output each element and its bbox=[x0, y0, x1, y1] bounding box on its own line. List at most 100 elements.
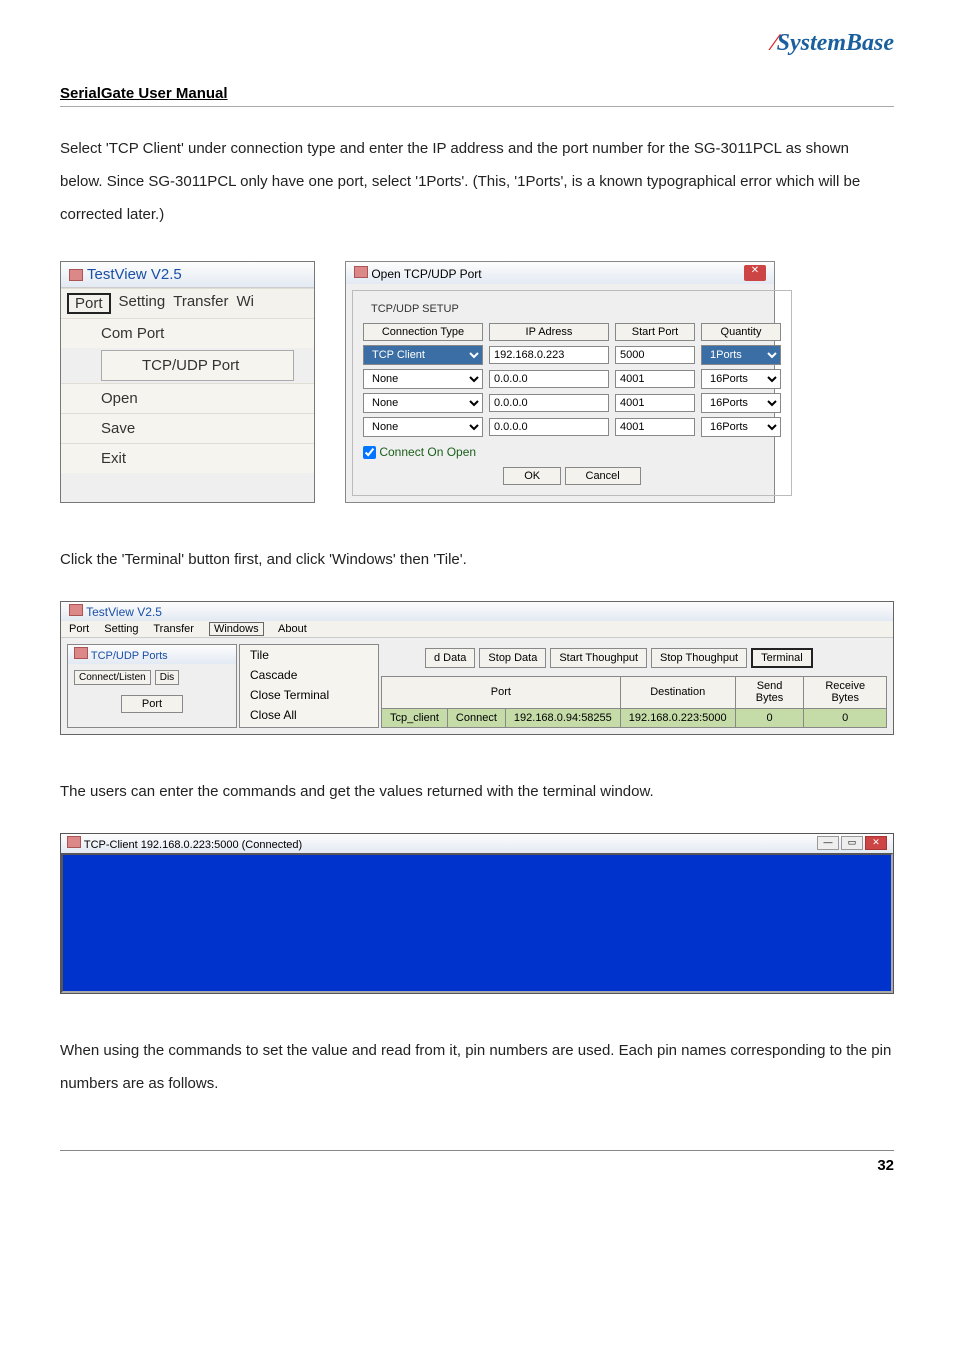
cell-recv: 0 bbox=[804, 708, 887, 727]
port-column-button[interactable]: Port bbox=[121, 695, 183, 713]
footer-rule bbox=[60, 1150, 894, 1151]
figure-row-1: TestView V2.5 Port Setting Transfer Wi C… bbox=[60, 261, 894, 503]
cell-dest: 192.168.0.223:5000 bbox=[620, 708, 735, 727]
col-send-bytes: Send Bytes bbox=[735, 677, 804, 708]
main-menubar: Port Setting Transfer Windows About bbox=[61, 621, 893, 638]
cell-name: Tcp_client bbox=[382, 708, 448, 727]
setup-row: None 16Ports bbox=[363, 369, 781, 389]
menu-port[interactable]: Port bbox=[67, 293, 111, 314]
col-destination: Destination bbox=[620, 677, 735, 708]
connection-table: Port Destination Send Bytes Receive Byte… bbox=[381, 676, 887, 727]
paragraph-3: The users can enter the commands and get… bbox=[60, 775, 894, 808]
setup-row: None 16Ports bbox=[363, 417, 781, 437]
ip-input[interactable] bbox=[489, 346, 609, 364]
close-icon[interactable]: ✕ bbox=[865, 836, 887, 850]
manual-title: SerialGate User Manual bbox=[60, 85, 894, 102]
group-label: TCP/UDP SETUP bbox=[367, 303, 463, 315]
submenu-tile[interactable]: Tile bbox=[240, 645, 378, 665]
window-title: TestView V2.5 bbox=[61, 602, 893, 621]
connect-listen-button[interactable]: Connect/Listen bbox=[74, 670, 151, 685]
ok-button[interactable]: OK bbox=[503, 467, 561, 485]
col-quantity[interactable]: Quantity bbox=[701, 323, 781, 341]
terminal-screenshot: TCP-Client 192.168.0.223:5000 (Connected… bbox=[60, 833, 894, 994]
ip-input[interactable] bbox=[489, 418, 609, 436]
connection-type-select[interactable]: TCP Client bbox=[363, 345, 483, 365]
connection-type-select[interactable]: None bbox=[363, 417, 483, 437]
tcpudp-ports-panel: TCP/UDP Ports Connect/Listen Dis Port bbox=[67, 644, 237, 727]
connection-type-select[interactable]: None bbox=[363, 393, 483, 413]
menu-item-open[interactable]: Open bbox=[61, 383, 314, 413]
windows-submenu: Tile Cascade Close Terminal Close All bbox=[239, 644, 379, 727]
start-port-input[interactable] bbox=[615, 394, 695, 412]
open-tcpudp-dialog: Open TCP/UDP Port ✕ TCP/UDP SETUP Connec… bbox=[345, 261, 775, 503]
start-throughput-button[interactable]: Start Thoughput bbox=[550, 648, 647, 668]
maximize-icon[interactable]: ▭ bbox=[841, 836, 863, 850]
col-port: Port bbox=[382, 677, 621, 708]
ip-input[interactable] bbox=[489, 370, 609, 388]
connect-on-open-checkbox[interactable]: Connect On Open bbox=[363, 445, 781, 459]
setup-header-row: Connection Type IP Adress Start Port Qua… bbox=[363, 323, 781, 341]
menu-setting[interactable]: Setting bbox=[119, 293, 166, 314]
paragraph-4: When using the commands to set the value… bbox=[60, 1034, 894, 1100]
menu-setting[interactable]: Setting bbox=[104, 623, 138, 635]
tcpudp-setup-group: TCP/UDP SETUP Connection Type IP Adress … bbox=[352, 290, 792, 496]
testview-main-screenshot: TestView V2.5 Port Setting Transfer Wind… bbox=[60, 601, 894, 734]
menu-wi[interactable]: Wi bbox=[237, 293, 255, 314]
stop-throughput-button[interactable]: Stop Thoughput bbox=[651, 648, 747, 668]
dialog-titlebar: Open TCP/UDP Port ✕ bbox=[346, 262, 774, 284]
app-icon bbox=[69, 269, 83, 281]
col-start-port[interactable]: Start Port bbox=[615, 323, 695, 341]
terminal-titlebar: TCP-Client 192.168.0.223:5000 (Connected… bbox=[61, 834, 893, 853]
app-icon bbox=[354, 266, 368, 278]
terminal-body[interactable] bbox=[61, 853, 893, 993]
submenu-close-all[interactable]: Close All bbox=[240, 705, 378, 725]
brand-logo: ∕SystemBase bbox=[773, 30, 894, 57]
testview-menu-screenshot: TestView V2.5 Port Setting Transfer Wi C… bbox=[60, 261, 315, 503]
quantity-select[interactable]: 1Ports bbox=[701, 345, 781, 365]
header-rule bbox=[60, 106, 894, 107]
start-port-input[interactable] bbox=[615, 346, 695, 364]
menu-about[interactable]: About bbox=[278, 623, 307, 635]
close-icon[interactable]: ✕ bbox=[744, 265, 766, 281]
menu-transfer[interactable]: Transfer bbox=[153, 623, 194, 635]
paragraph-1: Select 'TCP Client' under connection typ… bbox=[60, 132, 894, 231]
col-ip-address[interactable]: IP Adress bbox=[489, 323, 609, 341]
table-row[interactable]: Tcp_client Connect 192.168.0.94:58255 19… bbox=[382, 708, 887, 727]
paragraph-2: Click the 'Terminal' button first, and c… bbox=[60, 543, 894, 576]
minimize-icon[interactable]: — bbox=[817, 836, 839, 850]
ports-panel-title: TCP/UDP Ports bbox=[68, 645, 236, 664]
submenu-close-terminal[interactable]: Close Terminal bbox=[240, 685, 378, 705]
menu-windows[interactable]: Windows bbox=[209, 622, 264, 636]
toolbar-strip: d Data Stop Data Start Thoughput Stop Th… bbox=[421, 644, 887, 672]
disconnect-button[interactable]: Dis bbox=[155, 670, 179, 685]
start-port-input[interactable] bbox=[615, 418, 695, 436]
stop-data-button[interactable]: Stop Data bbox=[479, 648, 546, 668]
menu-item-save[interactable]: Save bbox=[61, 413, 314, 443]
app-icon bbox=[74, 647, 88, 659]
data-button[interactable]: d Data bbox=[425, 648, 475, 668]
connection-type-select[interactable]: None bbox=[363, 369, 483, 389]
col-connection-type[interactable]: Connection Type bbox=[363, 323, 483, 341]
menu-item-com-port[interactable]: Com Port bbox=[61, 318, 314, 348]
cell-local: 192.168.0.94:58255 bbox=[505, 708, 620, 727]
setup-row: None 16Ports bbox=[363, 393, 781, 413]
menu-window-title: TestView V2.5 bbox=[61, 262, 314, 288]
quantity-select[interactable]: 16Ports bbox=[701, 369, 781, 389]
quantity-select[interactable]: 16Ports bbox=[701, 417, 781, 437]
terminal-button[interactable]: Terminal bbox=[751, 648, 813, 668]
right-panel: d Data Stop Data Start Thoughput Stop Th… bbox=[381, 644, 887, 727]
menu-transfer[interactable]: Transfer bbox=[173, 293, 228, 314]
connect-on-open-input[interactable] bbox=[363, 446, 376, 459]
cancel-button[interactable]: Cancel bbox=[565, 467, 641, 485]
ip-input[interactable] bbox=[489, 394, 609, 412]
start-port-input[interactable] bbox=[615, 370, 695, 388]
setup-row: TCP Client 1Ports bbox=[363, 345, 781, 365]
col-receive-bytes: Receive Bytes bbox=[804, 677, 887, 708]
menu-bar: Port Setting Transfer Wi bbox=[61, 288, 314, 318]
submenu-cascade[interactable]: Cascade bbox=[240, 665, 378, 685]
menu-item-tcpudp-port[interactable]: TCP/UDP Port bbox=[101, 350, 294, 381]
quantity-select[interactable]: 16Ports bbox=[701, 393, 781, 413]
cell-send: 0 bbox=[735, 708, 804, 727]
menu-port[interactable]: Port bbox=[69, 623, 89, 635]
menu-item-exit[interactable]: Exit bbox=[61, 443, 314, 473]
